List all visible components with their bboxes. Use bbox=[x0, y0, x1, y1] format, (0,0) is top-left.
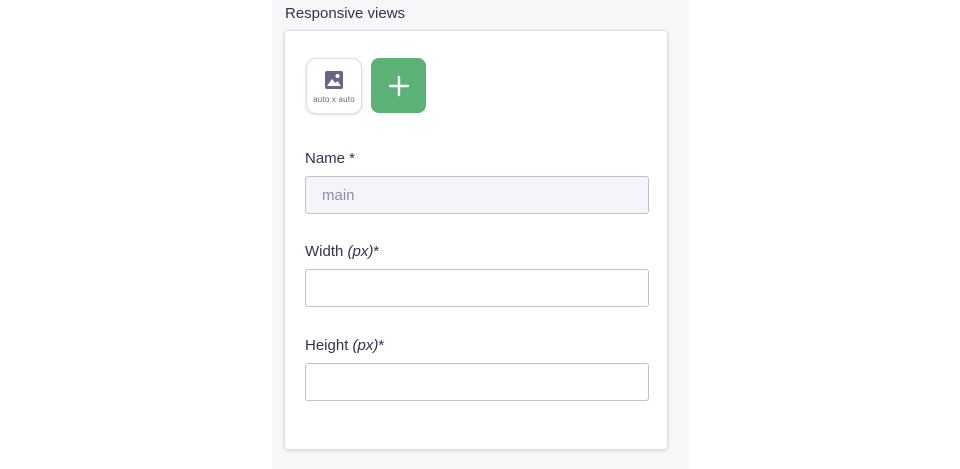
height-label: Height (px)* bbox=[305, 337, 384, 354]
height-label-text: Height bbox=[305, 337, 353, 354]
name-input[interactable] bbox=[305, 176, 649, 214]
image-icon bbox=[325, 71, 343, 89]
plus-icon bbox=[388, 75, 409, 96]
width-label-unit: (px) bbox=[347, 243, 374, 260]
height-label-unit: (px) bbox=[352, 337, 379, 354]
responsive-views-card: auto x auto Name * Width (px)* Height (p… bbox=[284, 30, 668, 450]
width-label-text: Width bbox=[305, 243, 348, 260]
width-input[interactable] bbox=[305, 269, 649, 307]
height-input[interactable] bbox=[305, 363, 649, 401]
section-title: Responsive views bbox=[285, 5, 406, 22]
view-tile-auto[interactable]: auto x auto bbox=[306, 58, 362, 114]
name-label: Name * bbox=[305, 150, 356, 167]
width-label: Width (px)* bbox=[305, 243, 379, 260]
add-view-button[interactable] bbox=[371, 58, 426, 113]
view-tile-label: auto x auto bbox=[313, 95, 355, 104]
views-row: auto x auto bbox=[306, 58, 426, 114]
width-label-required: * bbox=[373, 243, 380, 260]
responsive-views-panel: Responsive views auto x auto Name * Widt… bbox=[272, 0, 689, 469]
height-label-required: * bbox=[378, 337, 385, 354]
